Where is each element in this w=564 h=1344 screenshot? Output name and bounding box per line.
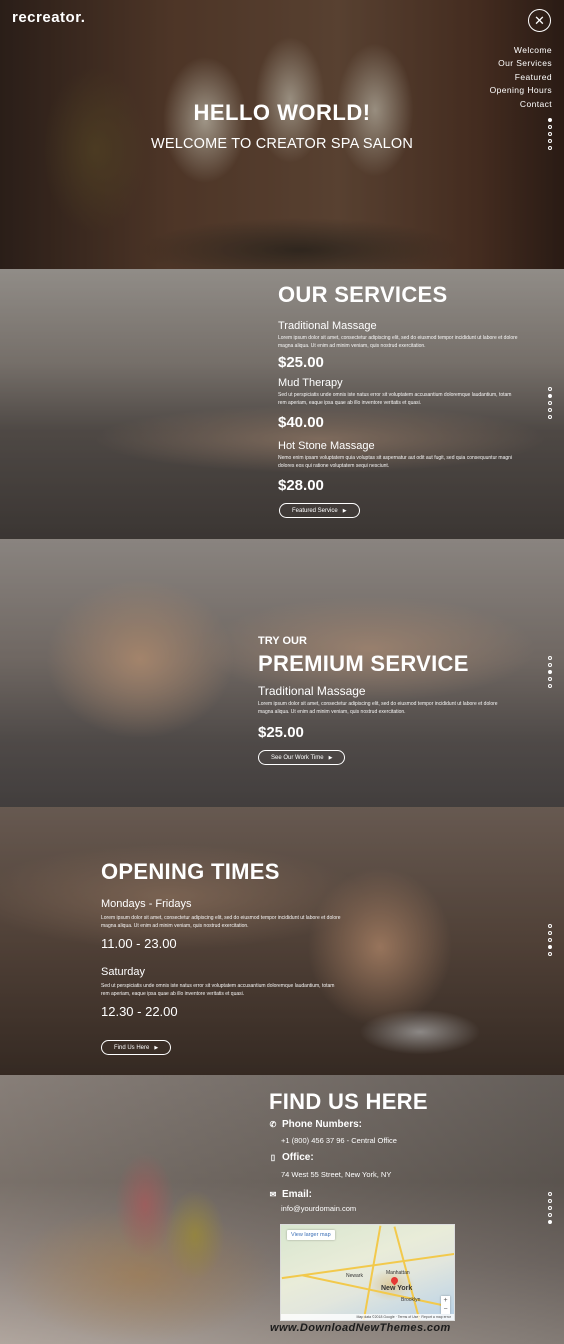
map-road xyxy=(362,1225,382,1320)
hours-section xyxy=(0,807,564,1075)
nav-item-featured[interactable]: Featured xyxy=(490,71,552,84)
pager-dot[interactable] xyxy=(548,938,552,942)
premium-kicker: TRY OUR xyxy=(258,635,307,647)
office-label: Office: xyxy=(282,1152,314,1163)
hours-title: OPENING TIMES xyxy=(101,859,280,884)
pager-dot[interactable] xyxy=(548,931,552,935)
map-road xyxy=(302,1274,450,1308)
caret-right-icon: ▶ xyxy=(328,754,333,761)
pager-dot[interactable] xyxy=(548,677,552,681)
premium-item-name: Traditional Massage xyxy=(258,684,366,698)
map-label: Manhattan xyxy=(386,1270,410,1276)
map-label: Newark xyxy=(346,1273,363,1279)
pager-dot[interactable] xyxy=(548,415,552,419)
section-pager xyxy=(548,1192,553,1227)
hero-subtitle: WELCOME TO CREATOR SPA SALON xyxy=(150,136,414,152)
premium-title: PREMIUM SERVICE xyxy=(258,651,469,676)
pager-dot[interactable] xyxy=(548,1192,552,1196)
office-row: ▯ Office: xyxy=(269,1152,314,1163)
pager-dot[interactable] xyxy=(548,1206,552,1210)
see-work-time-button[interactable]: See Our Work Time ▶ xyxy=(258,750,346,765)
saturday-desc: Sed ut perspiciatis unde omnis iste natu… xyxy=(101,983,335,997)
phone-row: ✆ Phone Numbers: xyxy=(269,1119,362,1130)
map-label: Brooklyn xyxy=(401,1297,421,1303)
find-us-button[interactable]: Find Us Here ▶ xyxy=(101,1040,172,1055)
pager-dot[interactable] xyxy=(548,401,552,405)
site-logo[interactable]: recreator. xyxy=(12,9,85,26)
nav-item-our-services[interactable]: Our Services xyxy=(490,57,552,70)
map-zoom-control[interactable]: + − xyxy=(441,1296,450,1314)
hero-title: HELLO WORLD! xyxy=(193,100,371,125)
view-larger-map-link[interactable]: View larger map xyxy=(287,1230,335,1240)
pager-dot[interactable] xyxy=(548,663,552,667)
service-desc: Nemo enim ipsam voluptatem quia voluptas… xyxy=(278,455,513,469)
map-footer: Map data ©2018 Google · Terms of Use · R… xyxy=(281,1314,454,1320)
mobile-icon: ▯ xyxy=(270,1153,276,1162)
saturday-label: Saturday xyxy=(101,966,146,978)
service-name: Mud Therapy xyxy=(278,377,343,389)
premium-price: $25.00 xyxy=(258,724,304,741)
button-label: Featured Service xyxy=(292,507,338,514)
service-price: $28.00 xyxy=(278,477,324,494)
button-label: Find Us Here xyxy=(114,1044,150,1051)
pager-dot[interactable] xyxy=(548,656,552,660)
section-pager xyxy=(548,656,553,691)
google-map[interactable]: View larger map Newark Manhattan Brookly… xyxy=(280,1224,455,1321)
pager-dot[interactable] xyxy=(548,952,552,956)
service-desc: Sed ut perspiciatis unde omnis iste natu… xyxy=(278,392,512,406)
service-desc: Lorem ipsum dolor sit amet, consectetur … xyxy=(278,335,518,349)
service-price: $40.00 xyxy=(278,414,324,431)
service-name: Traditional Massage xyxy=(278,320,377,332)
email-label: Email: xyxy=(282,1189,313,1200)
hero-overlay xyxy=(0,0,564,269)
pager-dot[interactable] xyxy=(548,670,552,674)
map-city-label: New York xyxy=(381,1285,413,1292)
office-value: 74 West 55 Street, New York, NY xyxy=(281,1170,392,1179)
find-title: FIND US HERE xyxy=(269,1089,428,1114)
section-pager xyxy=(548,387,553,422)
pager-dot[interactable] xyxy=(548,387,552,391)
weekday-label: Mondays - Fridays xyxy=(101,898,192,910)
featured-service-button[interactable]: Featured Service ▶ xyxy=(279,503,360,518)
section-pager xyxy=(548,924,553,959)
phone-value[interactable]: +1 (800) 456 37 96 - Central Office xyxy=(281,1136,397,1145)
pager-dot[interactable] xyxy=(548,945,552,949)
watermark: www.DownloadNewThemes.com xyxy=(270,1322,451,1334)
hours-overlay xyxy=(0,807,564,1075)
envelope-icon: ✉ xyxy=(269,1190,277,1199)
service-name: Hot Stone Massage xyxy=(278,440,375,452)
saturday-time: 12.30 - 22.00 xyxy=(101,1004,178,1019)
caret-right-icon: ▶ xyxy=(342,507,347,514)
nav-item-opening-hours[interactable]: Opening Hours xyxy=(490,84,552,97)
phone-label: Phone Numbers: xyxy=(282,1119,363,1130)
button-label: See Our Work Time xyxy=(271,754,324,761)
email-row: ✉ Email: xyxy=(269,1189,312,1200)
close-menu-button[interactable]: ✕ xyxy=(528,9,551,32)
phone-icon: ✆ xyxy=(269,1120,277,1129)
email-value[interactable]: info@yourdomain.com xyxy=(281,1204,356,1213)
pager-dot[interactable] xyxy=(548,924,552,928)
premium-desc: Lorem ipsum dolor sit amet, consectetur … xyxy=(258,701,498,715)
weekday-time: 11.00 - 23.00 xyxy=(101,936,177,951)
pager-dot[interactable] xyxy=(548,408,552,412)
zoom-out-icon[interactable]: − xyxy=(441,1305,450,1314)
pager-dot[interactable] xyxy=(548,1220,552,1224)
weekday-desc: Lorem ipsum dolor sit amet, consectetur … xyxy=(101,915,341,929)
map-pin-icon[interactable] xyxy=(389,1275,400,1286)
close-icon: ✕ xyxy=(534,13,545,28)
pager-dot[interactable] xyxy=(548,684,552,688)
caret-right-icon: ▶ xyxy=(154,1044,159,1051)
service-price: $25.00 xyxy=(278,354,324,371)
nav-item-welcome[interactable]: Welcome xyxy=(490,44,552,57)
pager-dot[interactable] xyxy=(548,1213,552,1217)
pager-dot[interactable] xyxy=(548,394,552,398)
services-title: OUR SERVICES xyxy=(278,282,448,307)
zoom-in-icon[interactable]: + xyxy=(441,1296,450,1305)
pager-dot[interactable] xyxy=(548,1199,552,1203)
hero-section xyxy=(0,0,564,269)
